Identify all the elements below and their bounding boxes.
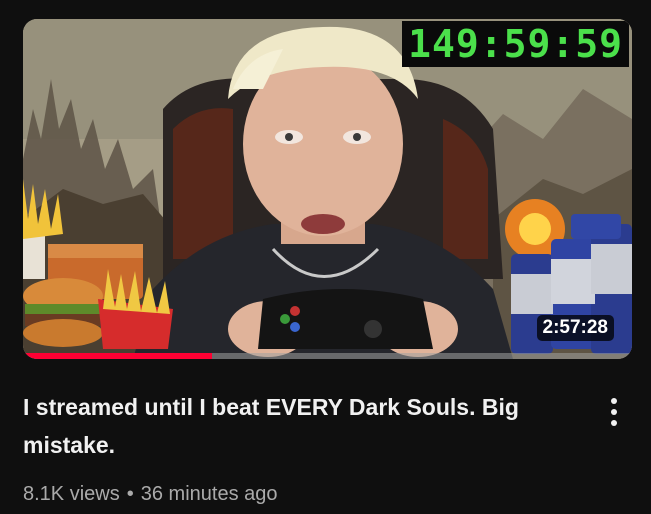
more-actions-button[interactable]: [602, 394, 626, 430]
video-metadata: 8.1K views • 36 minutes ago: [23, 480, 278, 508]
video-title[interactable]: I streamed until I beat EVERY Dark Souls…: [23, 388, 583, 464]
thumbnail-timer-text: 149:59:59: [402, 21, 629, 67]
duration-badge: 2:57:28: [536, 315, 614, 341]
thumbnail-image: [23, 19, 632, 359]
upload-age: 36 minutes ago: [140, 483, 278, 505]
watch-progress-fill: [23, 353, 212, 359]
watch-progress-bar: [23, 353, 632, 359]
view-count: 8.1K views: [23, 483, 120, 505]
video-thumbnail[interactable]: 149:59:59 2:57:28: [23, 19, 632, 359]
meta-separator: •: [126, 483, 134, 505]
video-card[interactable]: 149:59:59 2:57:28 I streamed until I bea…: [0, 0, 651, 514]
more-vert-icon: [611, 398, 617, 426]
